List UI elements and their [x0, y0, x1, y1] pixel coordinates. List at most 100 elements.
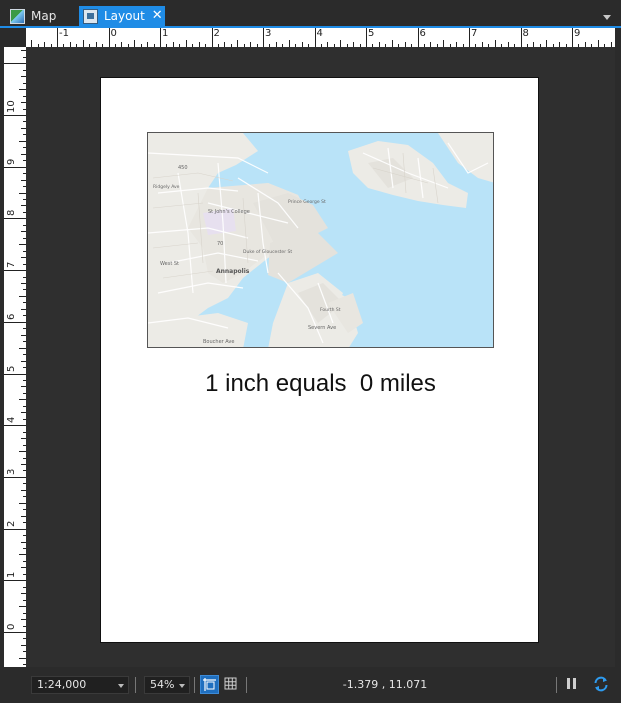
- ruler-tick: [417, 28, 419, 47]
- ruler-label: 5: [6, 365, 17, 372]
- ruler-corner: [4, 28, 26, 47]
- ruler-tick: [19, 140, 26, 142]
- ruler-tick: [4, 218, 26, 220]
- ruler-tick: [4, 270, 26, 272]
- ruler-tick: [546, 40, 548, 47]
- ruler-tick: [31, 40, 33, 47]
- map-label-fourth-st: Fourth St: [320, 307, 341, 313]
- ruler-tick: [4, 425, 26, 427]
- ruler-tick: [4, 321, 26, 323]
- ruler-tick: [19, 347, 26, 349]
- ruler-tick: [19, 502, 26, 504]
- ruler-label: 6: [419, 28, 426, 39]
- scale-text[interactable]: 1 inch equals 0 miles: [147, 370, 494, 398]
- chevron-down-icon[interactable]: [118, 684, 124, 688]
- map-icon: [10, 8, 25, 24]
- tab-map-label: Map: [31, 9, 57, 23]
- ruler-tick: [185, 40, 187, 47]
- ruler-tick: [263, 28, 264, 47]
- map-label-route-450: 450: [178, 165, 188, 171]
- map-label-duke-st: Duke of Gloucester St: [243, 249, 292, 255]
- ruler-label: 5: [368, 28, 375, 39]
- ruler-tick: [572, 28, 573, 47]
- ruler-label: 0: [6, 623, 17, 630]
- map-label-annapolis: Annapolis: [216, 268, 250, 275]
- pause-icon[interactable]: [563, 675, 582, 694]
- ruler-tick: [4, 632, 26, 633]
- ruler-tick: [340, 40, 342, 47]
- tab-map[interactable]: Map: [6, 6, 76, 26]
- status-separator: [556, 677, 557, 693]
- ruler-tick: [211, 28, 213, 47]
- refresh-icon[interactable]: [592, 675, 611, 694]
- ruler-tick: [4, 476, 26, 478]
- close-icon[interactable]: ✕: [152, 9, 163, 22]
- ruler-label: 6: [6, 313, 17, 320]
- chevron-down-icon[interactable]: [603, 15, 611, 20]
- ruler-tick: [366, 28, 367, 47]
- ruler-tick: [469, 28, 470, 47]
- ruler-label: -1: [59, 28, 69, 39]
- horizontal-ruler[interactable]: -1 0 1 2 3 4 5 6 7 8 9: [26, 28, 615, 47]
- ruler-tick: [19, 451, 26, 453]
- map-label-boucher-ave: Boucher Ave: [203, 339, 234, 345]
- ruler-label: 4: [6, 416, 17, 424]
- cursor-coordinates: -1.379 , 11.071: [342, 678, 428, 691]
- grid-icon[interactable]: [222, 675, 241, 694]
- map-frame[interactable]: St John's College Annapolis West St Duke…: [147, 132, 494, 348]
- map-label-route-70: 70: [217, 241, 223, 247]
- ruler-label: 1: [6, 571, 17, 579]
- ruler-tick: [494, 40, 496, 47]
- ruler-tick: [19, 657, 26, 659]
- status-separator: [135, 677, 136, 693]
- map-label-prince-george: Prince George St: [288, 199, 326, 205]
- ruler-tick: [19, 554, 26, 556]
- ruler-tick: [108, 28, 110, 47]
- ruler-tick: [160, 28, 161, 47]
- ruler-label: 3: [265, 28, 272, 39]
- ruler-tick: [19, 399, 26, 401]
- ruler-tick: [4, 166, 26, 168]
- tab-bar: Map Layout ✕: [0, 0, 621, 27]
- ruler-tick: [134, 40, 136, 47]
- status-separator: [246, 677, 247, 693]
- ruler-label: 0: [110, 28, 117, 39]
- map-label-st-johns: St John's College: [208, 209, 250, 215]
- ruler-tick: [597, 40, 599, 47]
- ruler-tick: [4, 63, 26, 65]
- ruler-tick: [4, 528, 26, 530]
- ruler-label: 9: [574, 28, 581, 39]
- ruler-tick: [391, 40, 393, 47]
- map-label-ridgely-ave: Ridgely Ave: [153, 184, 180, 190]
- map-label-west-st: West St: [160, 261, 179, 267]
- vertical-ruler[interactable]: 10 9 8 7 6 5 4 3 2 1 0: [4, 47, 26, 667]
- status-bar: 1:24,000 54% -1.379 , 11.071: [0, 667, 621, 703]
- tab-layout-label: Layout: [104, 9, 145, 23]
- scale-value: 1:24,000: [37, 678, 87, 691]
- ruler-label: 2: [6, 520, 17, 527]
- zoom-value: 54%: [150, 678, 175, 691]
- ruler-label: 10: [6, 100, 17, 113]
- scale-combo[interactable]: 1:24,000: [31, 676, 129, 694]
- ruler-tick: [19, 295, 26, 297]
- ruler-label: 1: [162, 28, 169, 39]
- ruler-tick: [82, 40, 84, 47]
- layout-icon: [83, 8, 98, 24]
- ruler-label: 2: [213, 28, 220, 39]
- snap-guides-icon[interactable]: [200, 675, 219, 694]
- ruler-tick: [4, 115, 26, 116]
- ruler-label: 4: [316, 28, 323, 39]
- map-label-severn-ave: Severn Ave: [308, 325, 336, 331]
- ruler-tick: [19, 89, 26, 91]
- ruler-tick: [19, 192, 26, 194]
- ruler-label: 8: [522, 28, 529, 39]
- tab-layout[interactable]: Layout ✕: [79, 6, 165, 26]
- ruler-tick: [288, 40, 290, 47]
- map-basemap: St John's College Annapolis West St Duke…: [148, 133, 493, 347]
- zoom-combo[interactable]: 54%: [144, 676, 190, 694]
- ruler-label: 8: [6, 210, 17, 217]
- ruler-tick: [4, 580, 26, 582]
- ruler-tick: [314, 28, 316, 47]
- ruler-tick: [443, 40, 445, 47]
- chevron-down-icon[interactable]: [179, 684, 185, 688]
